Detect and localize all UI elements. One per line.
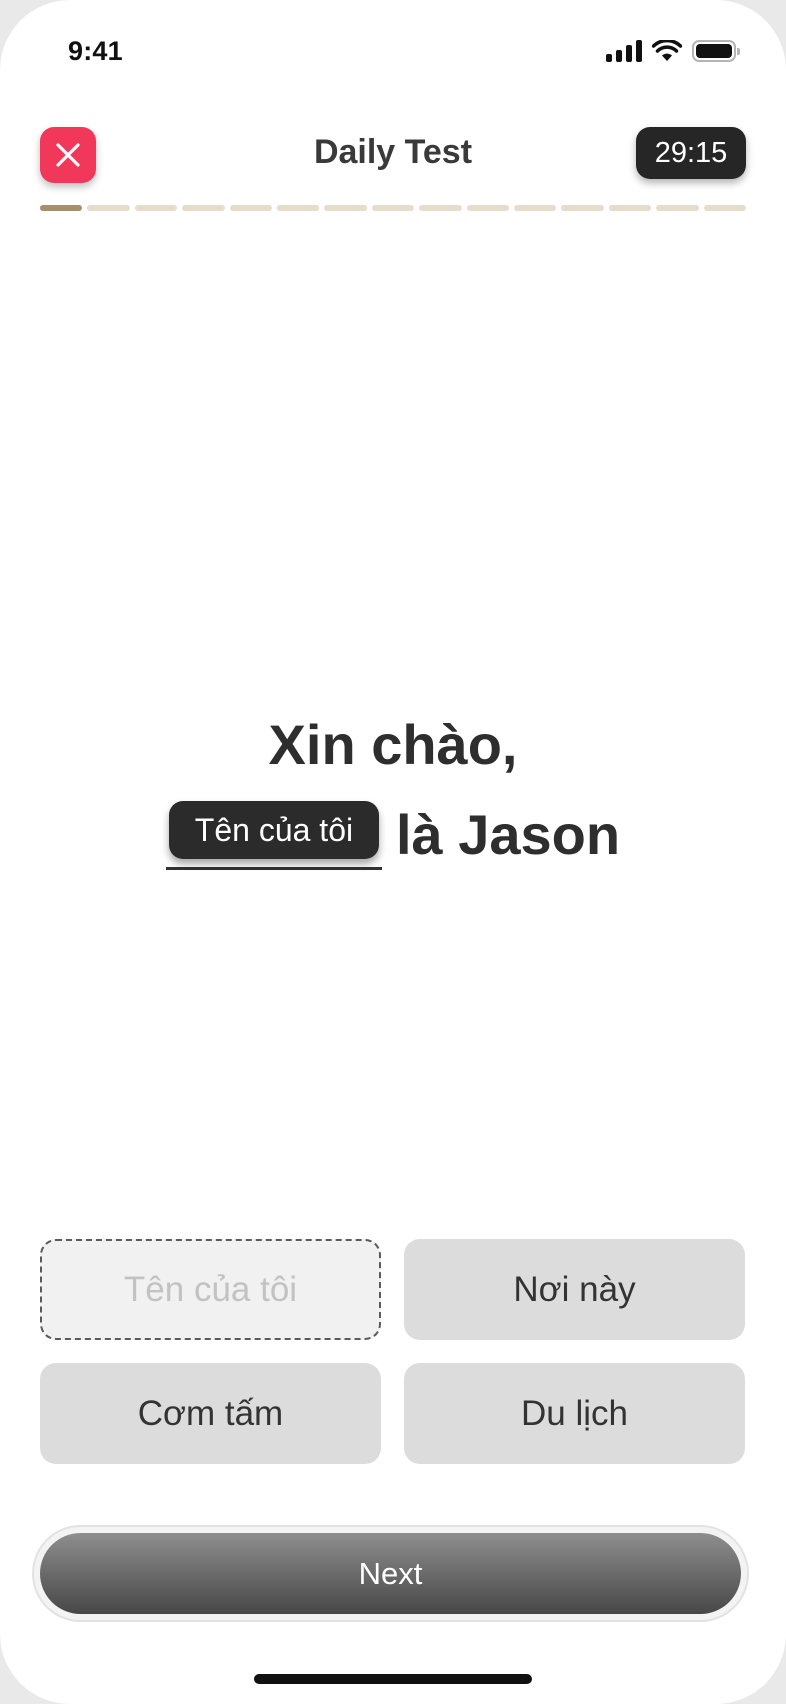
sentence-line-2: Tên của tôi là Jason: [0, 800, 786, 870]
progress-segment: [419, 205, 462, 211]
progress-segment: [656, 205, 699, 211]
placed-answer-chip[interactable]: Tên của tôi: [168, 801, 379, 859]
progress-segment: [40, 205, 83, 211]
wifi-icon: [652, 40, 682, 61]
progress-segment: [277, 205, 320, 211]
option-noi-nay[interactable]: Nơi này: [404, 1239, 745, 1340]
progress-segment: [182, 205, 225, 211]
status-time: 9:41: [68, 36, 123, 66]
home-indicator[interactable]: [254, 1674, 532, 1684]
sentence-line-1: Xin chào,: [268, 713, 518, 776]
battery-icon: [692, 40, 740, 62]
next-button-container: Next: [34, 1527, 747, 1620]
sentence-rest: là Jason: [395, 803, 621, 866]
progress-segment: [466, 205, 510, 211]
progress-bar: [40, 205, 747, 211]
progress-segment: [134, 205, 178, 211]
option-com-tam[interactable]: Cơm tấm: [40, 1363, 381, 1464]
progress-segment: [324, 205, 367, 211]
progress-segment: [229, 205, 273, 211]
progress-segment: [514, 205, 557, 211]
signal-icon: [606, 40, 642, 62]
progress-segment: [87, 205, 130, 211]
answer-blank[interactable]: Tên của tôi: [165, 801, 382, 870]
phone-screen: 9:41 Daily Test 29:15 Xin chào, Tên của …: [0, 0, 786, 1704]
countdown-timer: 29:15: [636, 127, 746, 179]
status-icons: [606, 40, 740, 62]
option-du-lich[interactable]: Du lịch: [404, 1363, 745, 1464]
next-button[interactable]: Next: [40, 1533, 741, 1614]
progress-segment: [703, 205, 747, 211]
option-ten-cua-toi[interactable]: Tên của tôi: [40, 1239, 381, 1340]
progress-segment: [371, 205, 415, 211]
progress-segment: [608, 205, 652, 211]
progress-segment: [561, 205, 604, 211]
